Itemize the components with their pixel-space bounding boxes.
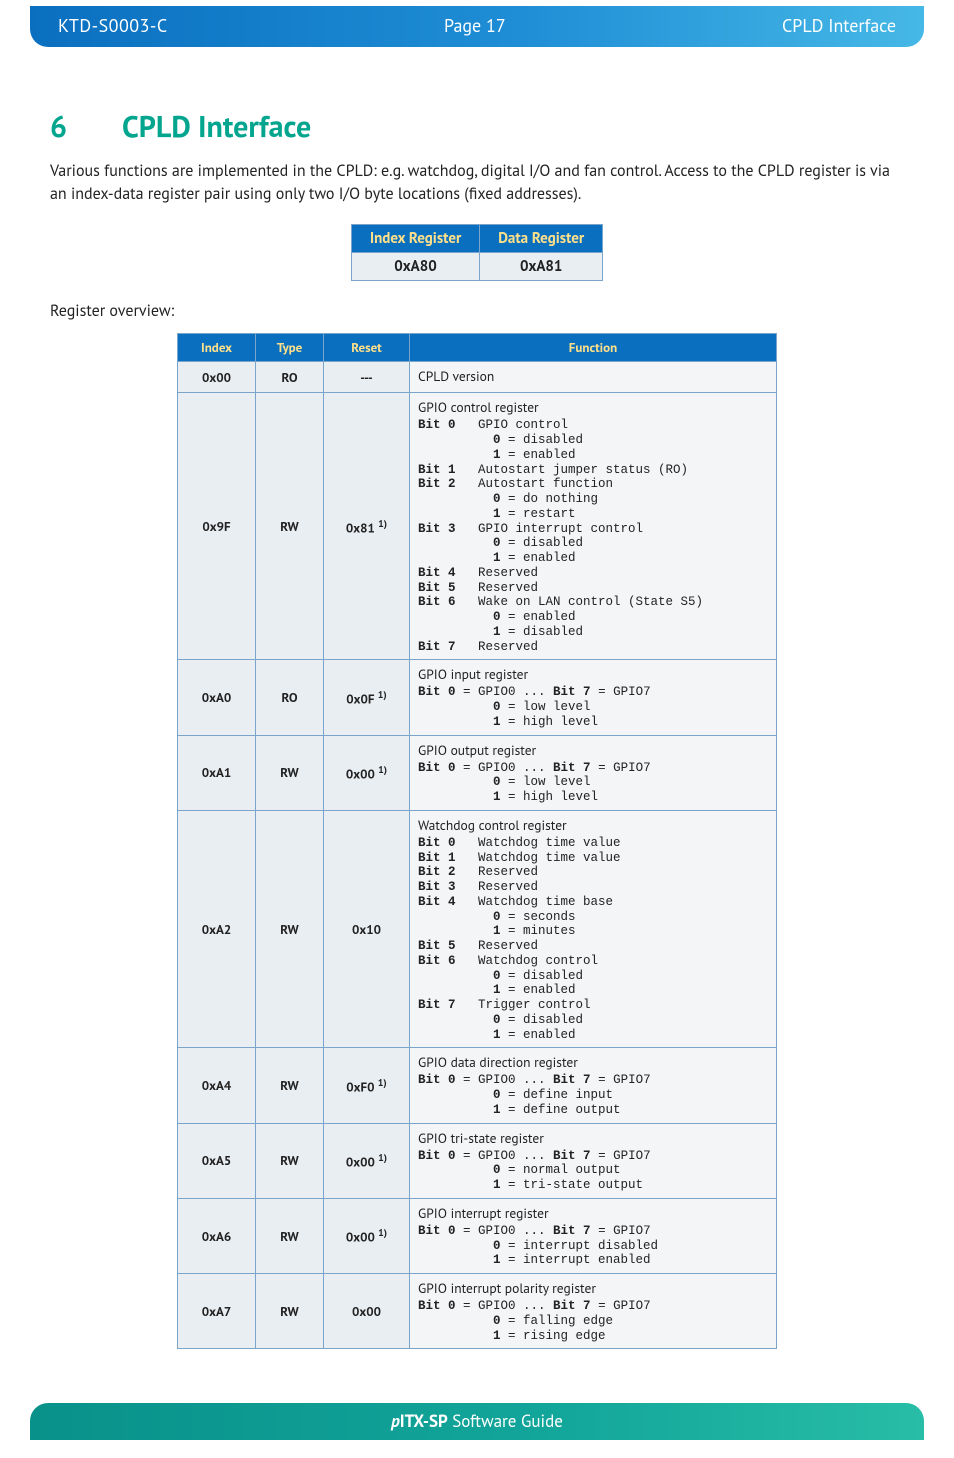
cell-type: RW [256, 735, 324, 810]
cell-type: RW [256, 393, 324, 660]
cell-function: Watchdog control register Bit 0 Watchdog … [410, 810, 777, 1048]
cell-type: RW [256, 1198, 324, 1273]
table-row: 0xA6RW0x00 1) GPIO interrupt register Bit … [178, 1198, 777, 1273]
regpair-value-index: 0xA80 [351, 253, 479, 281]
cell-index: 0x9F [178, 393, 256, 660]
cell-function: GPIO control register Bit 0 GPIO control … [410, 393, 777, 660]
table-row: 0xA4RW0xF0 1)GPIO data direction registe… [178, 1048, 777, 1123]
col-index: Index [178, 334, 256, 362]
cell-index: 0xA6 [178, 1198, 256, 1273]
regpair-value-data: 0xA81 [480, 253, 603, 281]
cell-reset: 0x81 1) [324, 393, 410, 660]
cell-reset: 0x00 1) [324, 735, 410, 810]
footer-rest: Software Guide [448, 1410, 563, 1432]
table-row: 0x9FRW0x81 1) GPIO control register Bit 0 … [178, 393, 777, 660]
function-title: GPIO output register [418, 741, 768, 759]
doc-id: KTD-S0003-C [58, 14, 168, 37]
cell-reset: 0x00 1) [324, 1123, 410, 1198]
intro-paragraph: Various functions are implemented in the… [50, 160, 904, 206]
function-title: GPIO data direction register [418, 1053, 768, 1071]
cell-function: GPIO data direction register Bit 0 = GPIO… [410, 1048, 777, 1123]
table-row: Index Register Data Register [351, 225, 602, 253]
cell-index: 0xA5 [178, 1123, 256, 1198]
cell-function: CPLD version [410, 362, 777, 393]
function-title: GPIO interrupt polarity register [418, 1279, 768, 1297]
table-row: 0xA7RW0x00GPIO interrupt polarity regist… [178, 1274, 777, 1349]
section-title: CPLD Interface [122, 107, 311, 146]
function-body: Bit 0 = GPIO0 ... Bit 7 = GPIO7 0 = low … [418, 761, 768, 805]
cell-type: RW [256, 1048, 324, 1123]
function-body: Bit 0 Watchdog time value Bit 1 Watchdog… [418, 836, 768, 1043]
cell-reset: 0x00 [324, 1274, 410, 1349]
register-pair-table-wrap: Index Register Data Register 0xA80 0xA81 [50, 224, 904, 281]
cell-function: GPIO tri-state register Bit 0 = GPIO0 ...… [410, 1123, 777, 1198]
cell-type: RO [256, 660, 324, 735]
cell-index: 0xA4 [178, 1048, 256, 1123]
function-body: Bit 0 GPIO control 0 = disabled 1 = enab… [418, 418, 768, 654]
register-pair-table: Index Register Data Register 0xA80 0xA81 [351, 224, 603, 281]
regpair-header-data: Data Register [480, 225, 603, 253]
regpair-header-index: Index Register [351, 225, 479, 253]
function-title: GPIO tri-state register [418, 1129, 768, 1147]
col-function: Function [410, 334, 777, 362]
cell-reset: 0x10 [324, 810, 410, 1048]
cell-function: GPIO input register Bit 0 = GPIO0 ... Bit… [410, 660, 777, 735]
function-body: Bit 0 = GPIO0 ... Bit 7 = GPIO7 0 = inte… [418, 1224, 768, 1268]
function-body: Bit 0 = GPIO0 ... Bit 7 = GPIO7 0 = low … [418, 685, 768, 729]
footer-prefix-ital: p [391, 1410, 400, 1432]
table-row: 0xA1RW0x00 1) GPIO output register Bit 0 =… [178, 735, 777, 810]
section-number: 6 [50, 107, 122, 146]
table-row: 0xA0RO0x0F 1) GPIO input register Bit 0 = … [178, 660, 777, 735]
cell-index: 0xA1 [178, 735, 256, 810]
cell-function: GPIO output register Bit 0 = GPIO0 ... Bi… [410, 735, 777, 810]
cell-type: RW [256, 1274, 324, 1349]
page-content: 6CPLD Interface Various functions are im… [0, 47, 954, 1379]
cell-function: GPIO interrupt polarity register Bit 0 = … [410, 1274, 777, 1349]
page-header: KTD-S0003-C Page 17 CPLD Interface [30, 6, 924, 47]
function-body: Bit 0 = GPIO0 ... Bit 7 = GPIO7 0 = defi… [418, 1073, 768, 1117]
function-title: CPLD version [418, 367, 768, 385]
col-reset: Reset [324, 334, 410, 362]
cell-reset: 0xF0 1) [324, 1048, 410, 1123]
register-overview-table: Index Type Reset Function 0x00RO---CPLD … [177, 333, 777, 1349]
cell-function: GPIO interrupt register Bit 0 = GPIO0 ...… [410, 1198, 777, 1273]
function-body: Bit 0 = GPIO0 ... Bit 7 = GPIO7 0 = fall… [418, 1299, 768, 1343]
table-row: 0x00RO--- CPLD version [178, 362, 777, 393]
table-row: 0xA80 0xA81 [351, 253, 602, 281]
cell-index: 0xA0 [178, 660, 256, 735]
footer-prefix-bold: ITX-SP [400, 1410, 448, 1432]
function-title: Watchdog control register [418, 816, 768, 834]
cell-index: 0xA7 [178, 1274, 256, 1349]
page-number: Page 17 [444, 14, 506, 37]
cell-index: 0x00 [178, 362, 256, 393]
page-footer: pITX-SP Software Guide [30, 1403, 924, 1440]
function-title: GPIO input register [418, 665, 768, 683]
function-body: Bit 0 = GPIO0 ... Bit 7 = GPIO7 0 = norm… [418, 1149, 768, 1193]
cell-reset: 0x0F 1) [324, 660, 410, 735]
overview-label: Register overview: [50, 301, 904, 321]
section-name: CPLD Interface [782, 14, 896, 37]
table-row: 0xA5RW0x00 1) GPIO tri-state register Bit … [178, 1123, 777, 1198]
cell-index: 0xA2 [178, 810, 256, 1048]
table-row: 0xA2RW0x10 Watchdog control register Bit 0… [178, 810, 777, 1048]
cell-type: RO [256, 362, 324, 393]
cell-type: RW [256, 810, 324, 1048]
section-heading: 6CPLD Interface [50, 107, 904, 146]
cell-reset: 0x00 1) [324, 1198, 410, 1273]
col-type: Type [256, 334, 324, 362]
function-title: GPIO interrupt register [418, 1204, 768, 1222]
table-row: Index Type Reset Function [178, 334, 777, 362]
function-title: GPIO control register [418, 398, 768, 416]
cell-type: RW [256, 1123, 324, 1198]
cell-reset: --- [324, 362, 410, 393]
